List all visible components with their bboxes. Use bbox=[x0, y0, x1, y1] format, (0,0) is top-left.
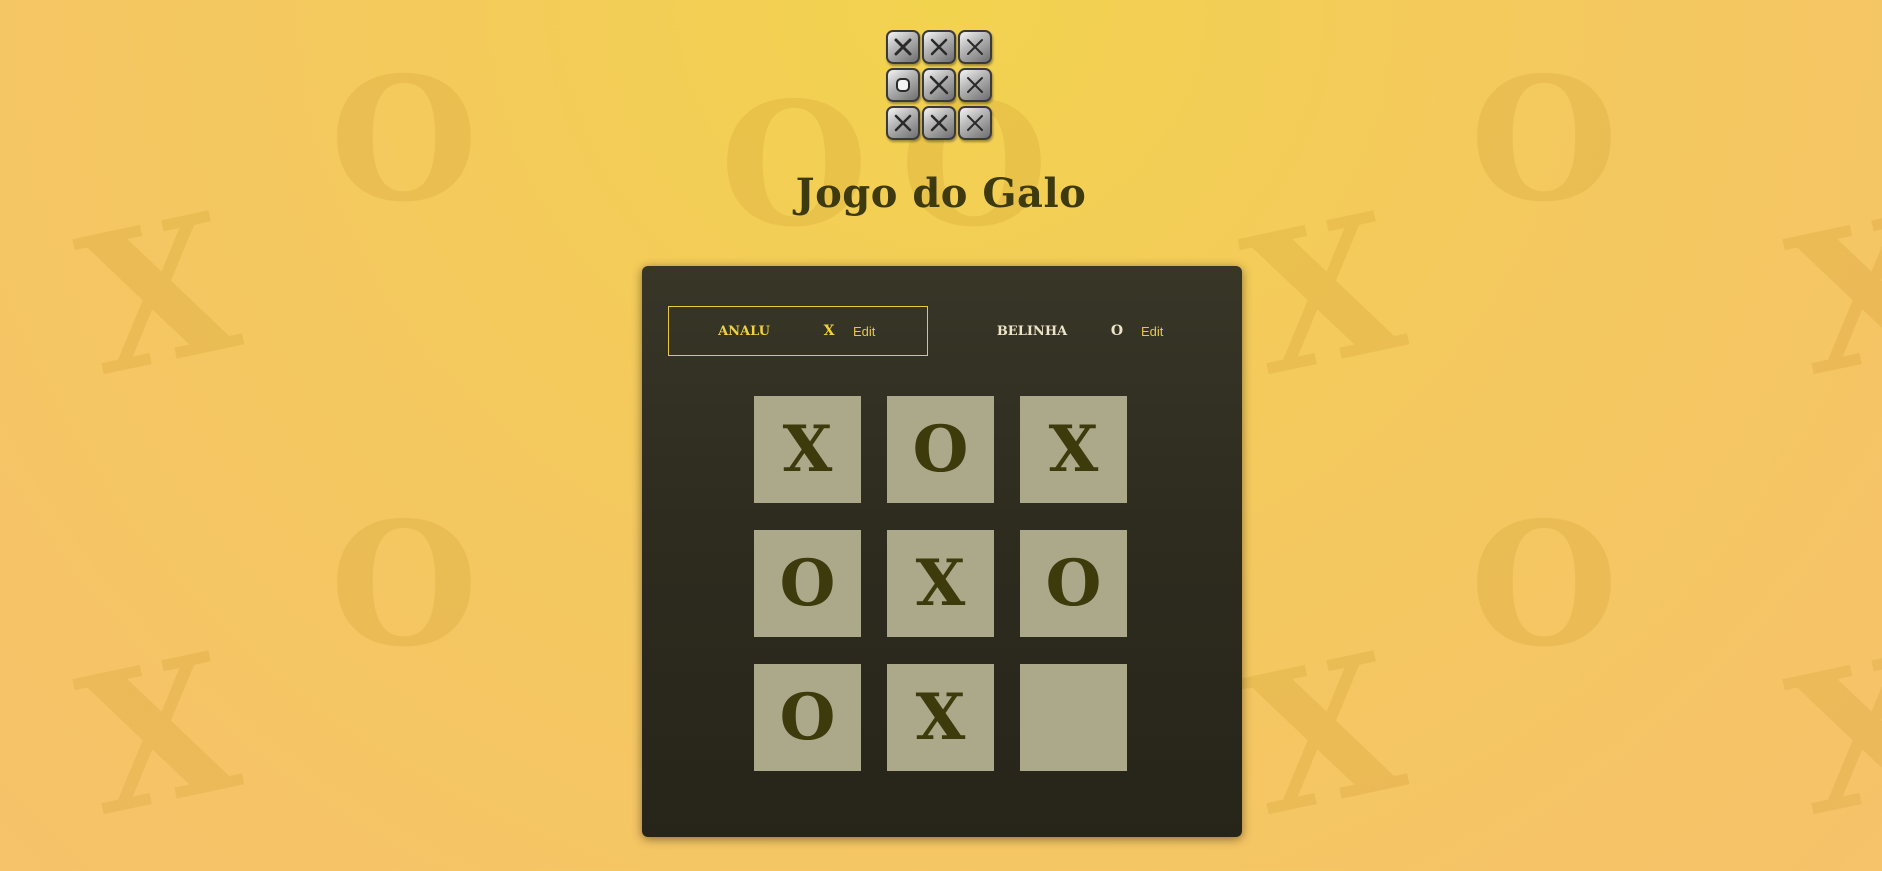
board-cell[interactable]: X bbox=[1020, 396, 1127, 503]
x-icon bbox=[894, 114, 912, 132]
background-x-mark: X bbox=[1773, 610, 1882, 859]
board-cell[interactable]: X bbox=[754, 396, 861, 503]
background-o-mark: O bbox=[720, 65, 869, 265]
logo-tile bbox=[886, 106, 920, 140]
x-icon bbox=[967, 77, 983, 93]
logo-tile bbox=[886, 68, 920, 102]
board-cell[interactable]: O bbox=[754, 530, 861, 637]
page-title: Jogo do Galo bbox=[795, 170, 1087, 217]
background-o-mark: O bbox=[1470, 485, 1619, 685]
background-x-mark: X bbox=[63, 610, 254, 859]
x-icon bbox=[929, 75, 949, 95]
player-name: Belinha bbox=[996, 323, 1068, 339]
logo-tile bbox=[922, 68, 956, 102]
board-cell[interactable]: X bbox=[887, 530, 994, 637]
x-icon bbox=[930, 114, 948, 132]
player-symbol: X bbox=[823, 323, 835, 339]
logo-tile bbox=[922, 106, 956, 140]
logo-tile bbox=[958, 68, 992, 102]
board-cell[interactable]: O bbox=[1020, 530, 1127, 637]
x-icon bbox=[930, 38, 948, 56]
board-cell[interactable] bbox=[1020, 664, 1127, 771]
app-logo bbox=[886, 30, 996, 146]
player-symbol: O bbox=[1110, 323, 1124, 339]
player-name: Analu bbox=[718, 323, 770, 339]
background-o-mark: O bbox=[330, 485, 479, 685]
players-list: Analu X Edit Belinha O Edit bbox=[668, 306, 1216, 358]
logo-tile bbox=[958, 30, 992, 64]
background-x-mark: X bbox=[1228, 170, 1419, 419]
logo-tile bbox=[922, 30, 956, 64]
game-panel: Analu X Edit Belinha O Edit X O X O X O … bbox=[642, 266, 1242, 837]
x-icon bbox=[967, 115, 983, 131]
o-icon bbox=[896, 78, 910, 92]
logo-tile bbox=[886, 30, 920, 64]
game-board: X O X O X O O X bbox=[754, 396, 1130, 772]
edit-player-button[interactable]: Edit bbox=[849, 322, 879, 341]
board-cell[interactable]: O bbox=[754, 664, 861, 771]
board-cell[interactable]: O bbox=[887, 396, 994, 503]
background-x-mark: X bbox=[1773, 170, 1882, 419]
player-card-2: Belinha O Edit bbox=[956, 306, 1216, 356]
background-x-mark: X bbox=[1228, 610, 1419, 859]
x-icon bbox=[967, 39, 983, 55]
logo-tile bbox=[958, 106, 992, 140]
board-cell[interactable]: X bbox=[887, 664, 994, 771]
player-card-1: Analu X Edit bbox=[668, 306, 928, 356]
edit-player-button[interactable]: Edit bbox=[1137, 322, 1167, 341]
background-x-mark: X bbox=[63, 170, 254, 419]
x-icon bbox=[894, 38, 912, 56]
